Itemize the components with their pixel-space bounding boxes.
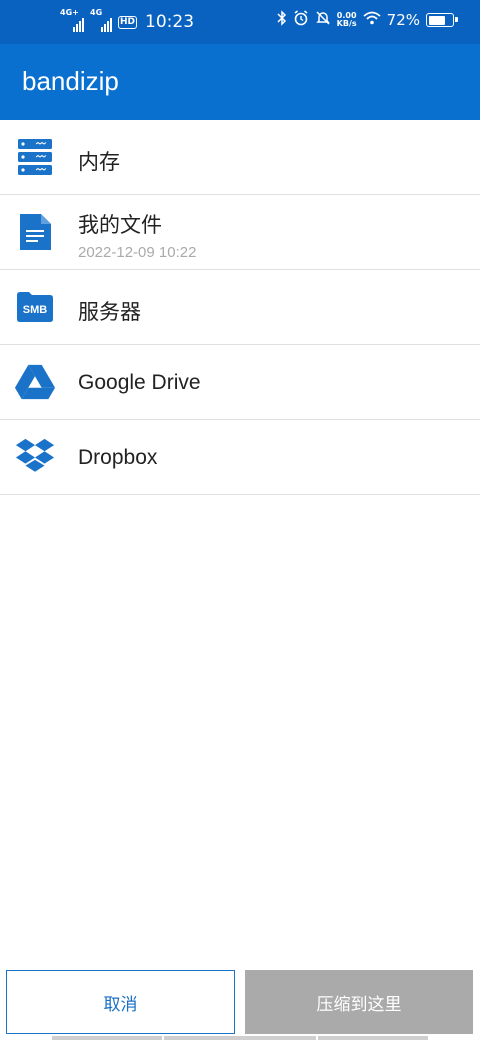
list-item-label: 服务器 xyxy=(78,301,141,324)
list-item-label: 内存 xyxy=(78,151,120,174)
location-list: 内存 我的文件 2022-12-09 10:22 SMB 服务器 Google … xyxy=(0,120,480,495)
app-bar: bandizip xyxy=(0,44,480,120)
document-icon xyxy=(14,211,56,253)
bluetooth-icon xyxy=(277,10,287,30)
compress-here-button[interactable]: 压缩到这里 xyxy=(245,970,473,1034)
cancel-button[interactable]: 取消 xyxy=(6,970,235,1034)
mute-icon xyxy=(315,10,331,30)
nav-indicator-center xyxy=(164,1036,316,1040)
smb-folder-icon-text: SMB xyxy=(23,304,48,316)
list-item-dropbox[interactable]: Dropbox xyxy=(0,420,480,495)
signal-strength-icon: 4G+ xyxy=(60,8,84,32)
wifi-icon xyxy=(363,11,381,29)
smb-folder-icon: SMB xyxy=(14,286,56,328)
list-item-label: 我的文件 xyxy=(78,214,162,237)
status-bar-left: 4G+ 4G HD 10:23 xyxy=(60,8,195,32)
list-item-label: Dropbox xyxy=(78,446,158,469)
dropbox-icon xyxy=(14,436,56,478)
network-rate: 0.00 KB/s xyxy=(337,12,357,28)
battery-percent: 72% xyxy=(386,11,420,29)
status-bar: 4G+ 4G HD 10:23 0.00 KB/s 72% xyxy=(0,0,480,44)
list-item-timestamp: 2022-12-09 10:22 xyxy=(78,244,197,261)
hd-voice-badge: HD xyxy=(118,15,138,29)
app-title: bandizip xyxy=(22,66,119,96)
status-time: 10:23 xyxy=(145,12,195,32)
list-item-internal-storage[interactable]: 内存 xyxy=(0,120,480,195)
list-item-google-drive[interactable]: Google Drive xyxy=(0,345,480,420)
list-item-server[interactable]: SMB 服务器 xyxy=(0,270,480,345)
network-rate-unit: KB/s xyxy=(336,19,357,28)
alarm-icon xyxy=(293,10,309,30)
server-storage-icon xyxy=(14,136,56,178)
signal-strength-icon-2: 4G xyxy=(88,8,112,32)
battery-icon xyxy=(426,13,458,27)
google-drive-icon xyxy=(14,361,56,403)
screen: 4G+ 4G HD 10:23 0.00 KB/s 72% bandizip 内… xyxy=(0,0,480,1040)
nav-indicator-left xyxy=(52,1036,162,1040)
status-bar-right: 0.00 KB/s 72% xyxy=(277,10,458,30)
nav-indicator-right xyxy=(318,1036,428,1040)
list-item-my-files[interactable]: 我的文件 2022-12-09 10:22 xyxy=(0,195,480,270)
list-item-label: Google Drive xyxy=(78,371,201,394)
